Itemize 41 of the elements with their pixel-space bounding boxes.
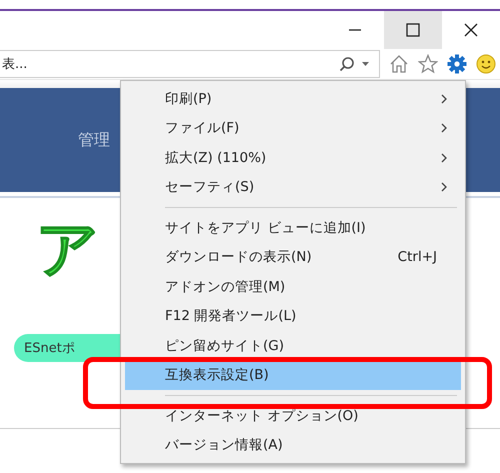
menu-item-label: ダウンロードの表示(N) <box>165 248 313 266</box>
nav-item[interactable]: 管理 <box>78 130 110 150</box>
menu-item-label: セーフティ(S) <box>165 178 256 196</box>
menu-item[interactable]: ファイル(F) <box>125 114 461 143</box>
maximize-icon <box>406 23 420 37</box>
menu-item[interactable]: ダウンロードの表示(N) Ctrl+J <box>125 242 461 272</box>
menu-item-label: 印刷(P) <box>165 90 213 108</box>
menu-item-label: アドオンの管理(M) <box>165 278 286 296</box>
menu-item[interactable]: 印刷(P) <box>125 84 461 114</box>
chevron-icon <box>441 94 447 104</box>
address-field[interactable]: 表... <box>0 50 380 78</box>
menu-item-label: ファイル(F) <box>165 119 240 138</box>
close-icon <box>464 23 478 37</box>
home-icon[interactable] <box>389 54 409 74</box>
menu-item[interactable]: F12 開発者ツール(L) <box>125 302 461 331</box>
menu-item[interactable]: インターネット オプション(O) <box>125 401 461 430</box>
menu-item[interactable]: 拡大(Z) (110%) <box>125 143 461 172</box>
menu-item[interactable]: 互換表示設定(B) <box>125 360 461 390</box>
menu-item[interactable]: アドオンの管理(M) <box>125 272 461 302</box>
menu-item-label: 互換表示設定(B) <box>165 366 270 384</box>
menu-item[interactable]: ピン留めサイト(G) <box>125 331 461 360</box>
chevron-icon <box>441 123 447 134</box>
star-icon[interactable] <box>418 54 438 74</box>
chevron-icon <box>441 152 447 163</box>
menu-item-label: F12 開発者ツール(L) <box>165 307 298 326</box>
maximize-button[interactable] <box>384 11 442 49</box>
menu-item-label: インターネット オプション(O) <box>165 406 360 425</box>
caret-icon[interactable] <box>362 62 369 66</box>
shortcut-text: Ctrl+J <box>398 249 437 266</box>
settings-icon[interactable] <box>447 54 467 74</box>
chevron-icon <box>441 182 447 192</box>
logo-text: ア <box>36 218 99 280</box>
search-icon[interactable] <box>339 56 355 72</box>
menu-item[interactable]: サイトをアプリ ビューに追加(I) <box>125 213 461 242</box>
menu-item-label: バージョン情報(A) <box>165 436 284 454</box>
menu-item-label: ピン留めサイト(G) <box>165 336 285 355</box>
menu-item[interactable]: セーフティ(S) <box>125 172 461 202</box>
smiley-icon[interactable] <box>476 54 496 74</box>
menu-item-label: サイトをアプリ ビューに追加(I) <box>165 218 367 237</box>
menu-item-label: 拡大(Z) (110%) <box>165 148 268 167</box>
menu-item[interactable]: バージョン情報(A) <box>125 430 461 460</box>
